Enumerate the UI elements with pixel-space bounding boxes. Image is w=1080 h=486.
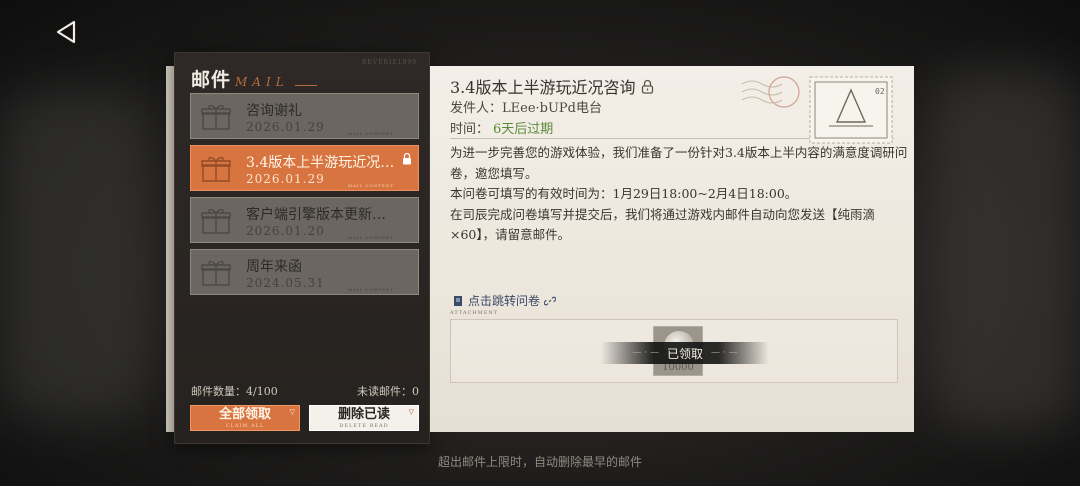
title-divider bbox=[294, 85, 317, 86]
mail-item-tag: MAIL CONTENT bbox=[347, 131, 394, 136]
survey-link-text: 点击跳转问卷 bbox=[468, 294, 541, 308]
mail-item-selected[interactable]: 3.4版本上半游玩近况咨询 2026.01.29 MAIL CONTENT bbox=[190, 145, 419, 191]
mail-panel-title: 邮件 MAIL bbox=[191, 65, 317, 92]
attachment-label: ATTACHMENT bbox=[450, 310, 499, 316]
corner-mark-icon: ▽ bbox=[408, 408, 414, 416]
mail-time: 时间： 6天后过期 bbox=[450, 118, 553, 137]
expire-text: 6天后过期 bbox=[493, 122, 554, 137]
mail-sender: 发件人：LEee·bUPd电台 bbox=[450, 101, 602, 116]
claim-all-label: 全部领取 bbox=[218, 406, 271, 422]
mail-title-en: MAIL bbox=[235, 75, 289, 89]
claimed-banner: — · — 已领取 — · — bbox=[601, 342, 769, 364]
gift-icon bbox=[201, 260, 231, 286]
faint-label: REVERIE1999 bbox=[361, 59, 417, 66]
body-paragraph: 为进一步完善您的游戏体验，我们准备了一份针对3.4版本上半内容的满意度调研问卷，… bbox=[450, 145, 908, 181]
delete-read-sublabel: DELETE READ bbox=[339, 422, 389, 429]
body-paragraph: 在司辰完成问卷填写并提交后，我们将通过游戏内邮件自动向您发送【纯雨滴×60】，请… bbox=[450, 206, 876, 243]
lock-icon bbox=[642, 79, 654, 94]
panel-edge bbox=[166, 66, 174, 432]
mail-list: 咨询谢礼 2026.01.29 MAIL CONTENT 3.4版本上半游玩近况… bbox=[190, 93, 419, 301]
mail-item-date: 2026.01.29 bbox=[246, 120, 325, 134]
mail-item[interactable]: 周年来函 2024.05.31 MAIL CONTENT bbox=[190, 249, 419, 295]
time-label: 时间： bbox=[450, 122, 490, 137]
mail-count: 邮件数量：4/100 bbox=[191, 385, 278, 398]
delete-read-button[interactable]: ▽ 删除已读 DELETE READ bbox=[309, 405, 419, 431]
mail-item-tag: MAIL CONTENT bbox=[347, 287, 394, 292]
mail-content-title: 3.4版本上半游玩近况咨询 bbox=[450, 74, 654, 98]
mail-item-date: 2026.01.20 bbox=[246, 224, 325, 238]
delete-read-label: 删除已读 bbox=[337, 406, 390, 422]
mail-item-tag: MAIL CONTENT bbox=[347, 235, 394, 240]
background-blur-left bbox=[0, 90, 150, 420]
mail-subject: 3.4版本上半游玩近况咨询 bbox=[450, 78, 636, 97]
mail-item-tag: MAIL CONTENT bbox=[347, 183, 394, 188]
corner-mark-icon: ▽ bbox=[289, 408, 295, 416]
link-icon bbox=[544, 296, 557, 305]
mail-item-date: 2026.01.29 bbox=[246, 172, 325, 186]
postmark-icon bbox=[741, 76, 800, 108]
claim-all-button[interactable]: ▽ 全部领取 CLAIM ALL bbox=[190, 405, 300, 431]
survey-link[interactable]: 点击跳转问卷 bbox=[452, 292, 557, 309]
claimed-text: 已领取 bbox=[666, 346, 703, 361]
mail-item-date: 2024.05.31 bbox=[246, 276, 325, 290]
document-icon bbox=[454, 295, 462, 306]
mail-item-title: 周年来函 bbox=[246, 259, 302, 275]
mail-title-cn: 邮件 bbox=[191, 69, 232, 91]
mail-item[interactable]: 咨询谢礼 2026.01.29 MAIL CONTENT bbox=[190, 93, 419, 139]
back-arrow-icon[interactable] bbox=[52, 18, 80, 46]
body-paragraph: 本问卷可填写的有效时间为：1月29日18:00~2月4日18:00。 bbox=[450, 186, 798, 201]
mail-item[interactable]: 客户端引擎版本更新赠礼 2026.01.20 MAIL CONTENT bbox=[190, 197, 419, 243]
lock-icon bbox=[403, 152, 411, 165]
mail-item-title: 客户端引擎版本更新赠礼 bbox=[246, 207, 396, 223]
footer-note: 超出邮件上限时，自动删除最早的邮件 bbox=[437, 455, 642, 469]
gift-icon bbox=[201, 156, 231, 182]
claim-all-sublabel: CLAIM ALL bbox=[225, 422, 265, 429]
mail-item-title: 3.4版本上半游玩近况咨询 bbox=[246, 155, 396, 171]
unread-count: 未读邮件：0 bbox=[357, 385, 419, 398]
mail-body: 为进一步完善您的游戏体验，我们准备了一份针对3.4版本上半内容的满意度调研问卷，… bbox=[450, 143, 910, 246]
mail-item-title: 咨询谢礼 bbox=[246, 103, 302, 119]
gift-icon bbox=[201, 104, 231, 130]
banner-dash: — · — bbox=[632, 348, 659, 358]
stamp-number: 02 bbox=[875, 87, 885, 96]
mail-list-panel: 邮件 MAIL REVERIE1999 咨询谢礼 2026.01.29 MAIL… bbox=[174, 52, 430, 444]
banner-dash: — · — bbox=[711, 348, 738, 358]
stamp-icon: 02 bbox=[809, 76, 893, 144]
gift-icon bbox=[201, 208, 231, 234]
mail-content-panel: 3.4版本上半游玩近况咨询 发件人：LEee·bUPd电台 时间： 6天后过期 0… bbox=[430, 66, 914, 432]
attachment-box: 10000 — · — 已领取 — · — bbox=[450, 319, 898, 383]
background-blur-right bbox=[930, 70, 1080, 430]
